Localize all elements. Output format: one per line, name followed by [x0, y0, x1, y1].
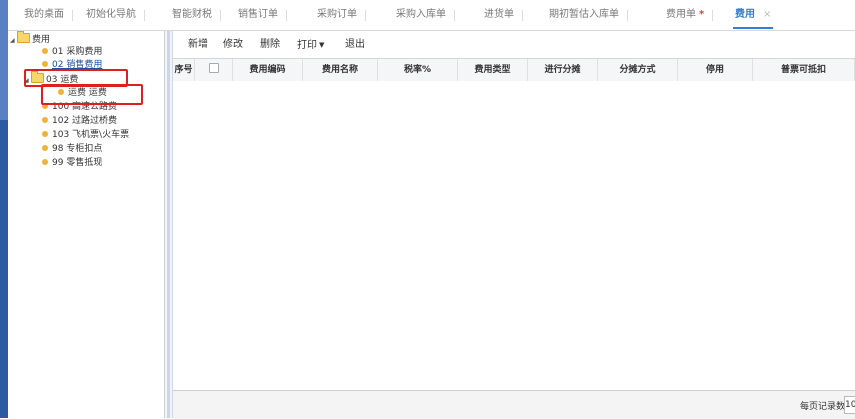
folder-open-icon: [17, 31, 30, 43]
tree-item-label: 99 零售抵现: [52, 158, 103, 168]
close-icon[interactable]: ×: [763, 9, 771, 20]
print-label: 打印: [297, 40, 317, 51]
tab-purchase-order[interactable]: 采购订单: [317, 0, 366, 30]
grid-body: [173, 81, 855, 390]
tab-label: 智能财税: [172, 9, 212, 20]
tree-item[interactable]: 99 零售抵现: [42, 157, 102, 169]
tree-root-label: 费用: [32, 35, 51, 45]
tab-purchase-inbound[interactable]: 采购入库单: [396, 0, 455, 30]
tree-item[interactable]: 103 飞机票\火车票: [42, 129, 129, 141]
leaf-dot-icon: [42, 145, 48, 151]
tab-label: 采购入库单: [396, 9, 446, 20]
add-button[interactable]: 新增: [188, 37, 208, 53]
col-header-deductible[interactable]: 普票可抵扣: [753, 59, 855, 81]
page-size-input[interactable]: 10: [844, 396, 855, 414]
grid-footer: 每页记录数 10: [173, 390, 855, 419]
tree-root[interactable]: ◢ 费用: [10, 31, 51, 47]
col-header-type[interactable]: 费用类型: [458, 59, 528, 81]
tab-bar: 我的桌面 初始化导航 智能财税 销售订单 采购订单 采购入库单 进货单 期初暂估…: [8, 0, 855, 31]
leaf-dot-icon: [42, 159, 48, 165]
tab-my-desktop[interactable]: 我的桌面: [24, 0, 73, 30]
highlight-box-freight-child: [41, 84, 143, 105]
active-tab-underline: [733, 27, 774, 29]
tree-item[interactable]: 98 专柜扣点: [42, 143, 102, 155]
expense-tree: ◢ 费用 01 采购费用 02 销售费用 ◢ 03 运费 运费 运费 100 高速公…: [8, 31, 165, 418]
page-size-label: 每页记录数: [799, 402, 845, 412]
print-button[interactable]: 打印 ▼: [297, 37, 324, 53]
col-header-code[interactable]: 费用编码: [233, 59, 303, 81]
exit-button[interactable]: 退出: [345, 37, 365, 53]
tab-init-guide[interactable]: 初始化导航: [86, 0, 145, 30]
col-header-name[interactable]: 费用名称: [303, 59, 378, 81]
delete-button[interactable]: 删除: [260, 37, 280, 53]
col-header-allocation-method[interactable]: 分摊方式: [598, 59, 678, 81]
expand-triangle-icon[interactable]: ◢: [10, 35, 17, 47]
select-all-checkbox[interactable]: [208, 63, 219, 73]
tab-label: 期初暂估入库单: [549, 9, 619, 20]
col-header-select-all: [195, 59, 233, 81]
col-header-allocate[interactable]: 进行分摊: [528, 59, 598, 81]
leaf-dot-icon: [42, 117, 48, 123]
app-left-strip: [0, 0, 8, 418]
tab-expense-bill[interactable]: 费用单 *: [666, 0, 714, 30]
tree-item-label: 98 专柜扣点: [52, 144, 103, 154]
panel-splitter[interactable]: [165, 31, 173, 418]
chevron-down-icon: ▼: [319, 41, 325, 49]
tab-label: 采购订单: [317, 9, 357, 20]
col-header-index: 序号: [173, 59, 195, 81]
tab-label: 费用单: [666, 9, 696, 20]
leaf-dot-icon: [42, 48, 48, 54]
modified-star: *: [699, 9, 705, 20]
tab-expense[interactable]: 费用 ×: [733, 0, 774, 30]
tab-label: 初始化导航: [86, 9, 136, 20]
tree-item[interactable]: 102 过路过桥费: [42, 115, 117, 127]
tree-item-label: 01 采购费用: [52, 47, 103, 57]
col-header-disabled[interactable]: 停用: [678, 59, 753, 81]
tab-sales-order[interactable]: 销售订单: [238, 0, 287, 30]
tree-item-label: 103 飞机票\火车票: [52, 130, 130, 140]
tab-goods-receipt[interactable]: 进货单: [484, 0, 523, 30]
tab-opening-estimate[interactable]: 期初暂估入库单: [549, 0, 628, 30]
tab-label: 我的桌面: [24, 9, 64, 20]
toolbar: 新增 修改 删除 打印 ▼ 退出: [173, 33, 855, 57]
leaf-dot-icon: [42, 131, 48, 137]
tree-item[interactable]: 01 采购费用: [42, 46, 102, 58]
leaf-dot-icon: [42, 61, 48, 67]
tree-item-label: 102 过路过桥费: [52, 116, 118, 126]
splitter-bar[interactable]: [167, 31, 170, 418]
edit-button[interactable]: 修改: [223, 37, 243, 53]
tab-label: 费用: [735, 9, 755, 20]
grid-header: 序号 费用编码 费用名称 税率% 费用类型 进行分摊 分摊方式 停用 普票可抵扣: [173, 58, 855, 82]
tab-label: 进货单: [484, 9, 514, 20]
tab-smart-tax[interactable]: 智能财税: [172, 0, 221, 30]
app-left-strip-highlight: [0, 0, 8, 120]
tab-label: 销售订单: [238, 9, 278, 20]
col-header-tax-rate[interactable]: 税率%: [378, 59, 458, 81]
